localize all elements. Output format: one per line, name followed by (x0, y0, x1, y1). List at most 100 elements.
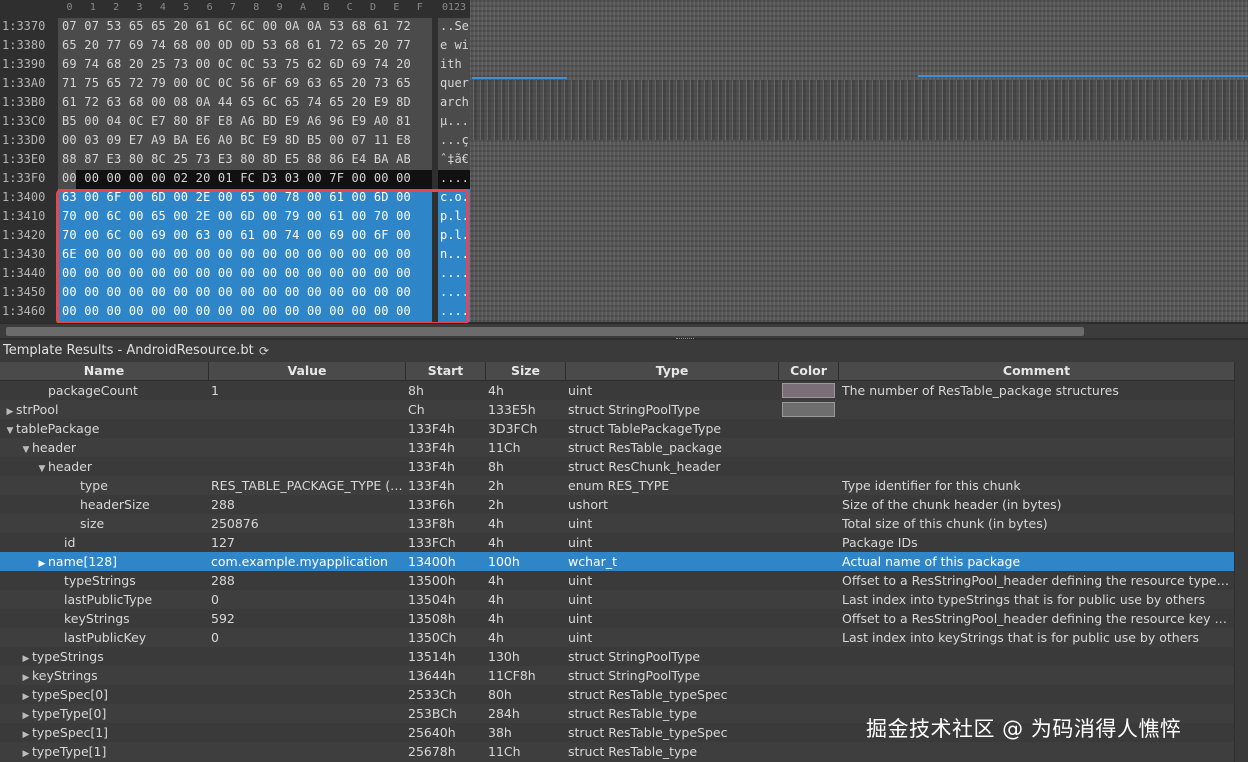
table-row[interactable]: ▶ name[128] com.example.myapplication 13400… (0, 552, 1234, 571)
hex-row[interactable]: 1:3430 6E 00 00 00 00 00 00 00 00 00 00 0… (0, 246, 470, 265)
cell-value[interactable]: 592 (211, 609, 403, 628)
expand-arrow-icon[interactable]: ▶ (4, 403, 16, 419)
hex-bytes[interactable]: 07 07 53 65 65 20 61 6C 6C 00 0A 0A 53 6… (62, 19, 411, 33)
table-row[interactable]: ▼ header 133F4h 11Ch struct ResTable_package (0, 438, 1234, 457)
hex-ascii[interactable]: .... (440, 285, 469, 299)
hex-row[interactable]: 1:33B0 61 72 63 68 00 08 0A 44 65 6C 65 7… (0, 94, 470, 113)
hex-row[interactable]: 1:3370 07 07 53 65 65 20 61 6C 6C 00 0A 0… (0, 18, 470, 37)
hex-bytes[interactable]: B5 00 04 0C E7 80 8F E8 A6 BD E9 A6 96 E… (62, 114, 411, 128)
hex-ascii[interactable]: n... (440, 247, 469, 261)
cell-value[interactable] (211, 742, 403, 761)
hex-bytes[interactable]: 65 20 77 69 74 68 00 0D 0D 53 68 61 72 6… (62, 38, 411, 52)
table-row[interactable]: ▶ typeStrings 13514h 130h struct StringPoolT… (0, 647, 1234, 666)
table-row[interactable]: ▶ keyStrings 13644h 11CF8h struct StringPool… (0, 666, 1234, 685)
hex-ascii[interactable]: ˆ‡ã€ (440, 152, 469, 166)
cell-value[interactable]: 1 (211, 381, 403, 400)
collapse-arrow-icon[interactable]: ▼ (4, 422, 16, 438)
hex-bytes[interactable]: 6E 00 00 00 00 00 00 00 00 00 00 00 00 0… (62, 247, 411, 261)
cell-value[interactable]: 0 (211, 590, 403, 609)
hex-bytes[interactable]: 70 00 6C 00 65 00 2E 00 6D 00 79 00 61 0… (62, 209, 411, 223)
column-header-size[interactable]: Size (486, 362, 566, 381)
hex-rows[interactable]: 1:3370 07 07 53 65 65 20 61 6C 6C 00 0A 0… (0, 18, 470, 322)
hex-bytes[interactable]: 88 87 E3 80 8C 25 73 E3 80 8D E5 88 86 E… (62, 152, 411, 166)
hex-ascii[interactable]: µ... (440, 114, 469, 128)
hex-row[interactable]: 1:33F0 00 00 00 00 00 02 20 01 FC D3 03 0… (0, 170, 470, 189)
hex-ascii[interactable]: .... (440, 266, 469, 280)
cell-value[interactable]: 288 (211, 571, 403, 590)
table-row[interactable]: type RES_TABLE_PACKAGE_TYPE (5... 133F4h 2h… (0, 476, 1234, 495)
expand-arrow-icon[interactable]: ▶ (20, 707, 32, 723)
column-header-value[interactable]: Value (209, 362, 406, 381)
hex-bytes[interactable]: 69 74 68 20 25 73 00 0C 0C 53 75 62 6D 6… (62, 57, 411, 71)
hex-ascii[interactable]: .... (440, 171, 469, 185)
hex-ascii[interactable]: e wi (440, 38, 469, 52)
hex-bytes[interactable]: 70 00 6C 00 69 00 63 00 61 00 74 00 69 0… (62, 228, 411, 242)
hex-row[interactable]: 1:33D0 00 03 09 E7 A9 BA E6 A0 BC E9 8D B… (0, 132, 470, 151)
hex-row[interactable]: 1:33E0 88 87 E3 80 8C 25 73 E3 80 8D E5 8… (0, 151, 470, 170)
hex-bytes[interactable]: 00 03 09 E7 A9 BA E6 A0 BC E9 8D B5 00 0… (62, 133, 411, 147)
hex-bytes[interactable]: 00 00 00 00 00 00 00 00 00 00 00 00 00 0… (62, 304, 411, 318)
expand-arrow-icon[interactable]: ▶ (20, 669, 32, 685)
cell-value[interactable]: 288 (211, 495, 403, 514)
splitter-grip[interactable] (676, 338, 694, 340)
cell-value[interactable] (211, 704, 403, 723)
table-row[interactable]: keyStrings 592 13508h 4h uint Offset to a Res… (0, 609, 1234, 628)
hex-editor[interactable]: 0 1 2 3 4 5 6 7 8 9 A B C D E F 0123 1:3370 07 07 53 65 6… (0, 0, 1248, 340)
refresh-icon[interactable]: ⟳ (259, 344, 269, 358)
hex-row[interactable]: 1:3380 65 20 77 69 74 68 00 0D 0D 53 68 6… (0, 37, 470, 56)
cell-value[interactable] (211, 438, 403, 457)
cell-value[interactable]: 0 (211, 628, 403, 647)
cell-value[interactable] (211, 419, 403, 438)
hex-row[interactable]: 1:33A0 71 75 65 72 79 00 0C 0C 56 6F 69 6… (0, 75, 470, 94)
collapse-arrow-icon[interactable]: ▼ (36, 460, 48, 476)
hex-ascii[interactable]: ith (440, 57, 462, 71)
column-header-start[interactable]: Start (406, 362, 486, 381)
table-row[interactable]: typeStrings 288 13500h 4h uint Offset to a Re… (0, 571, 1234, 590)
table-row[interactable]: packageCount 1 8h 4h uint The number of ResTa… (0, 381, 1234, 400)
cell-value[interactable] (211, 666, 403, 685)
hex-bytes[interactable]: 00 00 00 00 00 02 20 01 FC D3 03 00 7F 0… (62, 171, 411, 185)
hex-ascii[interactable]: p.l. (440, 228, 469, 242)
hex-ascii[interactable]: quer (440, 76, 469, 90)
table-row[interactable]: ▼ tablePackage 133F4h 3D3FCh struct TablePac… (0, 419, 1234, 438)
hex-row[interactable]: 1:3450 00 00 00 00 00 00 00 00 00 00 00 0… (0, 284, 470, 303)
hex-row[interactable]: 1:3420 70 00 6C 00 69 00 63 00 61 00 74 0… (0, 227, 470, 246)
cell-value[interactable]: 127 (211, 533, 403, 552)
expand-arrow-icon[interactable]: ▶ (20, 688, 32, 704)
column-header-type[interactable]: Type (566, 362, 779, 381)
column-header-name[interactable]: Name (0, 362, 209, 381)
cell-value[interactable]: RES_TABLE_PACKAGE_TYPE (5... (211, 476, 403, 495)
hex-overview-strip[interactable] (470, 0, 1248, 322)
cell-value[interactable] (211, 457, 403, 476)
table-row[interactable]: size 250876 133F8h 4h uint Total size of this… (0, 514, 1234, 533)
cell-value[interactable]: com.example.myapplication (211, 552, 403, 571)
hex-row[interactable]: 1:33C0 B5 00 04 0C E7 80 8F E8 A6 BD E9 A… (0, 113, 470, 132)
table-row[interactable]: ▼ header 133F4h 8h struct ResChunk_header (0, 457, 1234, 476)
cell-value[interactable] (211, 685, 403, 704)
column-header-color[interactable]: Color (779, 362, 839, 381)
cell-value[interactable] (211, 400, 403, 419)
column-header-comment[interactable]: Comment (839, 362, 1234, 381)
cell-value[interactable] (211, 723, 403, 742)
scrollbar-thumb[interactable] (6, 327, 1084, 336)
cell-value[interactable] (211, 647, 403, 666)
hex-row[interactable]: 1:3390 69 74 68 20 25 73 00 0C 0C 53 75 6… (0, 56, 470, 75)
hex-bytes[interactable]: 71 75 65 72 79 00 0C 0C 56 6F 69 63 65 2… (62, 76, 411, 90)
table-row[interactable]: ▶ typeSpec[0] 2533Ch 80h struct ResTable_typ… (0, 685, 1234, 704)
table-row[interactable]: ▶ strPool Ch 133E5h struct StringPoolType (0, 400, 1234, 419)
hex-ascii[interactable]: ...ç (440, 133, 469, 147)
hex-row[interactable]: 1:3410 70 00 6C 00 65 00 2E 00 6D 00 79 0… (0, 208, 470, 227)
expand-arrow-icon[interactable]: ▶ (20, 745, 32, 761)
hex-ascii[interactable]: arch (440, 95, 469, 109)
table-row[interactable]: lastPublicType 0 13504h 4h uint Last index in… (0, 590, 1234, 609)
hex-ascii[interactable]: p.l. (440, 209, 469, 223)
expand-arrow-icon[interactable]: ▶ (20, 726, 32, 742)
table-body[interactable]: packageCount 1 8h 4h uint The number of ResTa… (0, 381, 1234, 761)
collapse-arrow-icon[interactable]: ▼ (20, 441, 32, 457)
cell-value[interactable]: 250876 (211, 514, 403, 533)
template-results-table[interactable]: Name Value Start Size Type Color Comment… (0, 362, 1248, 762)
table-row[interactable]: headerSize 288 133F6h 2h ushort Size of the c… (0, 495, 1234, 514)
hex-row[interactable]: 1:3460 00 00 00 00 00 00 00 00 00 00 00 0… (0, 303, 470, 322)
hex-bytes[interactable]: 00 00 00 00 00 00 00 00 00 00 00 00 00 0… (62, 285, 411, 299)
hex-bytes[interactable]: 63 00 6F 00 6D 00 2E 00 65 00 78 00 61 0… (62, 190, 411, 204)
